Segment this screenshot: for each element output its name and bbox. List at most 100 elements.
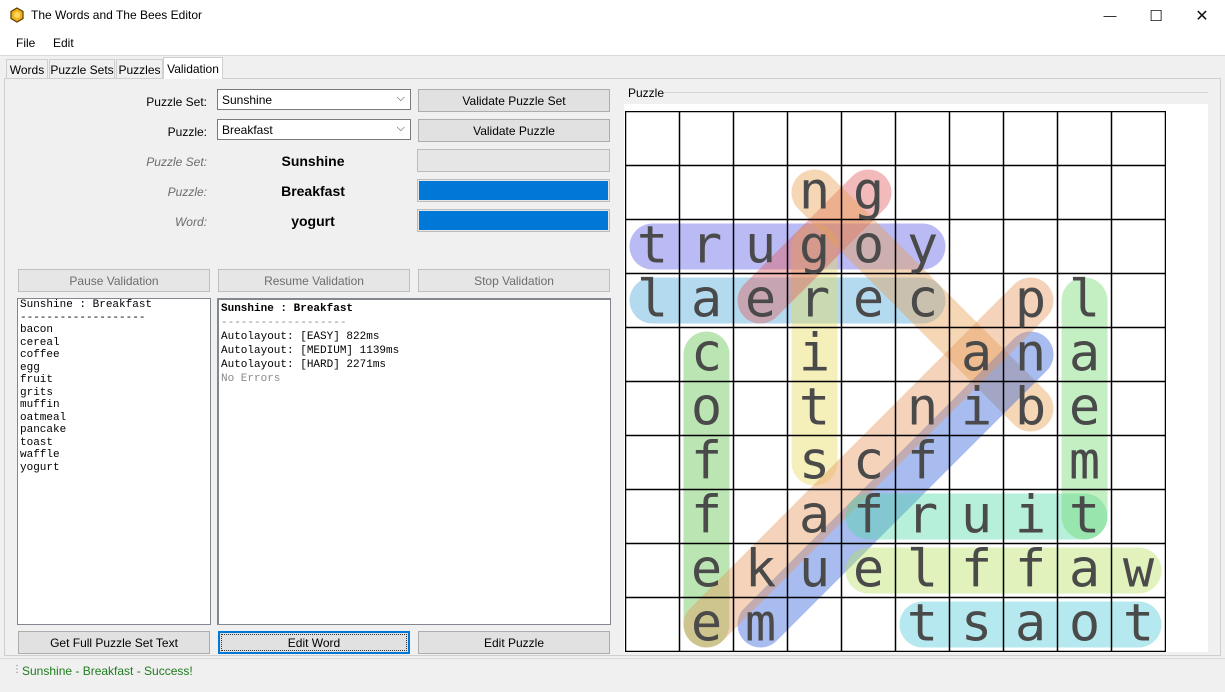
grid-cell-letter[interactable]: c [907,270,938,330]
stop-validation-button[interactable]: Stop Validation [418,269,610,292]
grid-cell-letter[interactable]: m [745,594,776,653]
grid-cell-letter[interactable]: c [853,432,884,492]
log-line: Autolayout: [EASY] 822ms [221,331,380,343]
menu-file[interactable]: File [16,36,35,50]
grid-cell-letter[interactable]: u [961,486,992,546]
menu-bar [0,31,1225,55]
grid-cell-letter[interactable]: r [691,216,722,276]
list-item[interactable]: grits [20,387,208,400]
grid-cell-letter[interactable]: w [1123,540,1155,600]
close-icon: ✕ [1195,7,1209,25]
puzzle-grid[interactable]: n gt r u g o yl a e r e c p lc i a n ao t n i b ef s c f mf a f r u i te… [625,111,1166,652]
progress-puzzle-set-value: Sunshine [281,153,345,169]
tab-validation[interactable]: Validation [163,57,223,79]
grid-cell-letter[interactable]: f [853,486,884,546]
grid-cell-letter[interactable]: a [961,324,992,384]
chevron-down-icon: ⌵ [396,92,405,104]
grid-cell-letter[interactable]: e [853,540,884,600]
grid-cell-letter[interactable]: u [799,540,830,600]
validate-puzzle-set-button[interactable]: Validate Puzzle Set [418,89,610,112]
grid-cell-letter[interactable]: g [799,216,830,276]
grid-cell-letter[interactable]: o [1069,594,1100,653]
puzzle-set-select-value: Sunshine [222,93,273,107]
grid-cell-letter[interactable]: l [637,270,668,330]
puzzle-set-select[interactable]: Sunshine ⌵ [217,89,411,110]
grid-cell-letter[interactable]: b [1015,378,1046,438]
list-item[interactable]: egg [20,362,208,375]
grid-cell-letter[interactable]: k [745,540,776,600]
tab-puzzles[interactable]: Puzzles [116,59,163,79]
grid-cell-letter[interactable]: a [799,486,830,546]
pause-validation-button[interactable]: Pause Validation [18,269,210,292]
grid-cell-letter[interactable]: t [1123,594,1154,653]
grid-cell-letter[interactable]: l [907,540,938,600]
grid-cell-letter[interactable]: p [1015,270,1046,330]
grid-cell-letter[interactable]: a [1015,594,1046,653]
grid-cell-letter[interactable]: r [907,486,938,546]
log-line: Autolayout: [HARD] 2271ms [221,359,387,371]
puzzle-progress-fill [419,181,608,200]
grid-cell-letter[interactable]: t [637,216,668,276]
grid-cell-letter[interactable]: y [907,216,938,276]
grid-cell-letter[interactable]: l [1069,270,1100,330]
grid-cell-letter[interactable]: f [691,432,722,492]
validation-log[interactable]: Sunshine : Breakfast -------------------… [217,298,611,625]
grid-cell-letter[interactable]: f [691,486,722,546]
grid-cell-letter[interactable]: a [691,270,722,330]
tab-puzzle-sets[interactable]: Puzzle Sets [49,59,115,79]
puzzle-select-value: Breakfast [222,123,273,137]
list-item[interactable]: muffin [20,399,208,412]
grid-cell-letter[interactable]: o [691,378,722,438]
grid-cell-letter[interactable]: t [799,378,830,438]
list-item[interactable]: oatmeal [20,412,208,425]
grid-cell-letter[interactable]: n [907,378,938,438]
grid-cell-letter[interactable]: f [961,540,992,600]
grid-cell-letter[interactable]: m [1069,432,1100,492]
grid-cell-letter[interactable]: f [907,432,938,492]
grid-cell-letter[interactable]: t [1069,486,1100,546]
grid-cell-letter[interactable]: c [691,324,722,384]
grid-cell-letter[interactable]: e [691,594,722,653]
tab-words[interactable]: Words [6,59,48,79]
grid-cell-letter[interactable]: f [1015,540,1046,600]
grid-cell-letter[interactable]: u [745,216,776,276]
list-item[interactable]: yogurt [20,462,208,475]
grid-cell-letter[interactable]: g [853,162,884,222]
list-item[interactable]: pancake [20,424,208,437]
edit-word-button[interactable]: Edit Word [218,631,410,654]
close-button[interactable]: ✕ [1179,0,1225,31]
puzzle-select[interactable]: Breakfast ⌵ [217,119,411,140]
menu-edit[interactable]: Edit [53,36,74,50]
list-item[interactable]: toast [20,437,208,450]
list-item[interactable]: bacon [20,324,208,337]
grid-cell-letter[interactable]: t [907,594,938,653]
grid-cell-letter[interactable]: e [745,270,776,330]
grid-cell-letter[interactable]: s [799,432,830,492]
grid-cell-letter[interactable]: i [961,378,992,438]
list-item[interactable]: waffle [20,449,208,462]
window-title: The Words and The Bees Editor [31,8,202,22]
grid-cell-letter[interactable]: n [799,162,830,222]
grid-cell-letter[interactable]: n [1015,324,1046,384]
grid-cell-letter[interactable]: e [853,270,884,330]
grid-cell-letter[interactable]: e [691,540,722,600]
grid-cell-letter[interactable]: e [1069,378,1100,438]
grid-cell-letter[interactable]: a [1069,540,1100,600]
grid-cell-letter[interactable]: o [853,216,884,276]
minimize-button[interactable]: — [1087,0,1133,31]
word-list[interactable]: Sunshine : Breakfast -------------------… [17,298,211,625]
validate-puzzle-button[interactable]: Validate Puzzle [418,119,610,142]
list-item[interactable]: coffee [20,349,208,362]
maximize-button[interactable]: ☐ [1133,0,1179,31]
resume-validation-button[interactable]: Resume Validation [218,269,410,292]
grid-cell-letter[interactable]: s [961,594,992,653]
edit-puzzle-button[interactable]: Edit Puzzle [418,631,610,654]
list-item[interactable]: cereal [20,337,208,350]
get-full-puzzle-set-text-button[interactable]: Get Full Puzzle Set Text [18,631,210,654]
grid-cell-letter[interactable]: i [799,324,830,384]
grid-cell-letter[interactable]: i [1015,486,1046,546]
grid-cell-letter[interactable]: a [1069,324,1100,384]
log-no-errors: No Errors [221,373,281,385]
grid-cell-letter[interactable]: r [799,270,830,330]
list-item[interactable]: fruit [20,374,208,387]
